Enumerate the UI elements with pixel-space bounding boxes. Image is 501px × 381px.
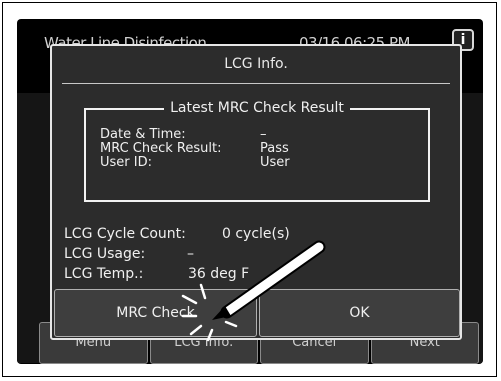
stylus-pointer-icon [212,240,326,320]
touch-indicator [181,240,326,342]
